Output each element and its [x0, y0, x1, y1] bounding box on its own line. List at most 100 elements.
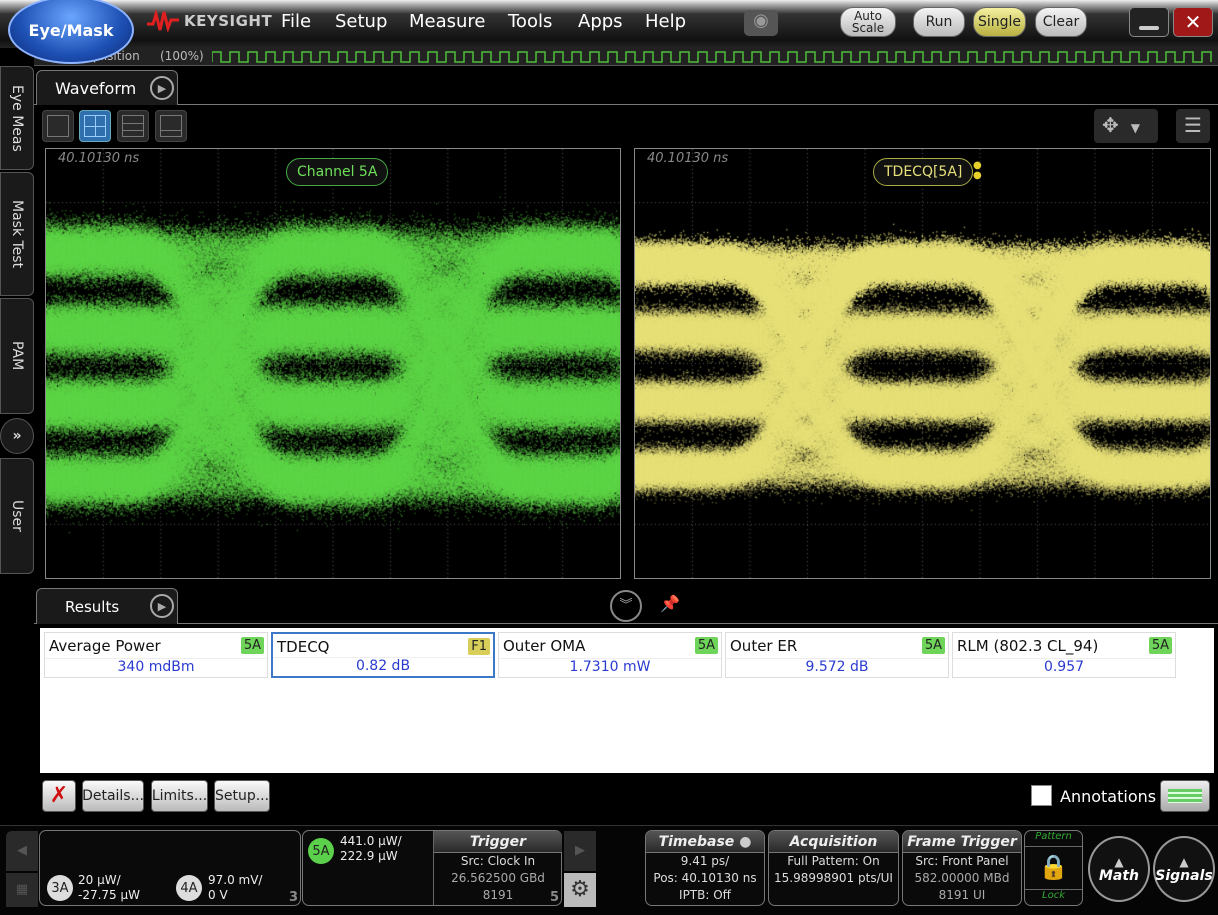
acquisition-box[interactable]: Acquisition Full Pattern: On 15.98998901… — [768, 830, 899, 906]
menu-tools[interactable]: Tools — [508, 11, 552, 32]
measurement-name: TDECQ — [277, 638, 330, 656]
limits-button[interactable]: Limits... — [151, 780, 208, 812]
tab-label: Results — [65, 597, 120, 616]
channel-4a-chip[interactable]: 4A — [176, 875, 202, 901]
menu-file[interactable]: File — [281, 11, 311, 32]
sidebar-tab-eye-meas[interactable]: Eye Meas — [0, 66, 34, 170]
sidebar-tab-user[interactable]: User — [0, 458, 34, 574]
channel-3a-chip[interactable]: 3A — [47, 875, 73, 901]
measurement-value: 0.82 dB — [273, 657, 493, 674]
source-badge: F1 — [468, 638, 490, 655]
acquisition-progress-strip: Acquisition (100%) — [34, 48, 1218, 66]
minimize-icon — [1139, 26, 1159, 30]
channel-5a-chip[interactable]: 5A — [308, 838, 334, 864]
acquisition-mode: Full Pattern: On — [787, 854, 880, 868]
ch3-scale: 20 µW/ — [78, 873, 121, 887]
channel-group-3[interactable]: 3A 20 µW/-27.75 µW 4A 97.0 mV/0 V 3 — [39, 830, 301, 906]
trigger-rate: 26.562500 GBd — [451, 871, 545, 885]
dropdown-arrow-icon[interactable]: ▼ — [1131, 121, 1140, 135]
delete-measurement-button[interactable]: ✗ — [42, 780, 76, 812]
timebase-iptb: IPTB: Off — [679, 888, 731, 902]
move-icon: ✥ — [1102, 113, 1119, 137]
menu-setup[interactable]: Setup — [335, 11, 387, 32]
acquisition-progress: (100%) — [160, 49, 204, 63]
layout-quad-button[interactable] — [79, 110, 111, 142]
clear-button[interactable]: Clear — [1035, 7, 1087, 37]
group-number: 3 — [288, 890, 298, 905]
sidebar-tab-mask-test[interactable]: Mask Test — [0, 172, 34, 296]
pan-zoom-button[interactable]: ✥ ▼ — [1094, 109, 1158, 143]
measurement-cell[interactable]: Outer ER 5A 9.572 dB — [725, 632, 949, 678]
lock-label: Lock — [1025, 889, 1082, 901]
menu-help[interactable]: Help — [645, 11, 686, 32]
more-options-icon[interactable]: ● ● — [973, 161, 982, 181]
play-icon[interactable]: ▶ — [150, 594, 174, 618]
setup-button[interactable]: Setup... — [214, 780, 270, 812]
frame-trigger-rate: 582.00000 MBd — [914, 871, 1010, 885]
auto-scale-button[interactable]: Auto Scale — [840, 7, 896, 37]
camera-icon[interactable]: ◉ — [744, 10, 778, 36]
play-icon[interactable]: ▶ — [150, 76, 174, 100]
pin-icon[interactable]: 📌 — [660, 594, 680, 613]
ch4-scale: 97.0 mV/ — [208, 873, 263, 887]
measurement-name: RLM (802.3 CL_94) — [957, 637, 1099, 655]
signals-button[interactable]: ▲ Signals — [1153, 836, 1215, 902]
timebase-header: Timebase ● — [646, 831, 764, 853]
layout-stacked-button[interactable] — [117, 110, 149, 142]
lock-icon: 🔒 — [1038, 853, 1069, 881]
measurement-cell[interactable]: RLM (802.3 CL_94) 5A 0.957 — [952, 632, 1176, 678]
signals-label: Signals — [1155, 868, 1213, 884]
measurement-cell[interactable]: Outer OMA 5A 1.7310 mW — [498, 632, 722, 678]
eye-plot-channel-5a[interactable]: 40.10130 ns Channel 5A — [45, 148, 621, 579]
measurement-cell[interactable]: TDECQ F1 0.82 dB — [271, 632, 495, 678]
acquisition-points: 15.98998901 pts/UI — [774, 871, 893, 885]
minimize-button[interactable] — [1129, 7, 1169, 37]
frame-trigger-box[interactable]: Frame Trigger Src: Front Panel 582.00000… — [902, 830, 1022, 906]
keysight-wave-icon — [147, 10, 179, 32]
measurement-name: Outer OMA — [503, 637, 586, 655]
pattern-label: Pattern — [1025, 831, 1082, 847]
sidebar-tab-pam[interactable]: PAM — [0, 298, 34, 414]
scroll-left-button[interactable]: ◀ — [6, 831, 38, 871]
settings-gear-icon[interactable]: ⚙ — [564, 873, 596, 907]
math-button[interactable]: ▲ Math — [1088, 836, 1150, 902]
single-button[interactable]: Single — [973, 7, 1026, 37]
scroll-right-button[interactable]: ▶ — [564, 831, 596, 871]
tab-label: Waveform — [55, 78, 137, 98]
math-label: Math — [1098, 868, 1140, 884]
hamburger-menu-icon[interactable]: ☰ — [1176, 109, 1210, 143]
collapse-chevron-icon[interactable]: ︾ — [610, 590, 642, 622]
frame-trigger-length: 8191 UI — [938, 888, 986, 902]
tab-results[interactable]: Results ▶ — [36, 588, 178, 624]
expand-sidebar-button[interactable]: » — [0, 418, 34, 454]
tab-waveform[interactable]: Waveform ▶ — [36, 70, 178, 105]
menu-apps[interactable]: Apps — [578, 11, 623, 32]
function-label[interactable]: TDECQ[5A] — [873, 158, 974, 186]
measurement-cell[interactable]: Average Power 5A 340 mdBm — [44, 632, 268, 678]
double-chevron-icon: » — [12, 428, 22, 444]
close-button[interactable]: ✕ — [1173, 7, 1213, 37]
plot-timestamp: 40.10130 ns — [58, 151, 140, 166]
channel-group-5[interactable]: 5A 441.0 µW/222.9 µW Trigger Src: Clock … — [302, 830, 562, 906]
timebase-box[interactable]: Timebase ● 9.41 ps/ Pos: 40.10130 ns IPT… — [645, 830, 765, 906]
trigger-source: Src: Clock In — [460, 854, 536, 868]
up-arrow-icon: ▲ — [1114, 855, 1124, 869]
annotations-checkbox[interactable] — [1031, 785, 1052, 806]
acquisition-title: Acquisition — [769, 831, 898, 853]
run-button[interactable]: Run — [913, 7, 965, 37]
layout-main-thumbs-button[interactable] — [155, 110, 187, 142]
layout-single-button[interactable] — [42, 110, 74, 142]
details-button[interactable]: Details... — [82, 780, 144, 812]
timebase-title: Timebase — [658, 834, 735, 850]
keysight-logo: KEYSIGHT — [146, 10, 272, 32]
ch4-offset: 0 V — [208, 888, 228, 902]
pattern-lock-box[interactable]: Pattern 🔒 Lock — [1024, 830, 1083, 906]
trigger-box[interactable]: Trigger Src: Clock In 26.562500 GBd 8191 — [433, 831, 562, 906]
acquisition-progress-pulse — [212, 51, 1212, 63]
trigger-pattern-length: 8191 — [482, 888, 514, 902]
menu-measure[interactable]: Measure — [409, 11, 486, 32]
results-layout-button[interactable] — [1160, 780, 1210, 812]
eye-plot-tdecq[interactable]: 40.10130 ns TDECQ[5A] ● ● — [634, 148, 1211, 579]
grid-icon[interactable]: ▦ — [6, 873, 38, 907]
channel-label[interactable]: Channel 5A — [286, 158, 389, 186]
